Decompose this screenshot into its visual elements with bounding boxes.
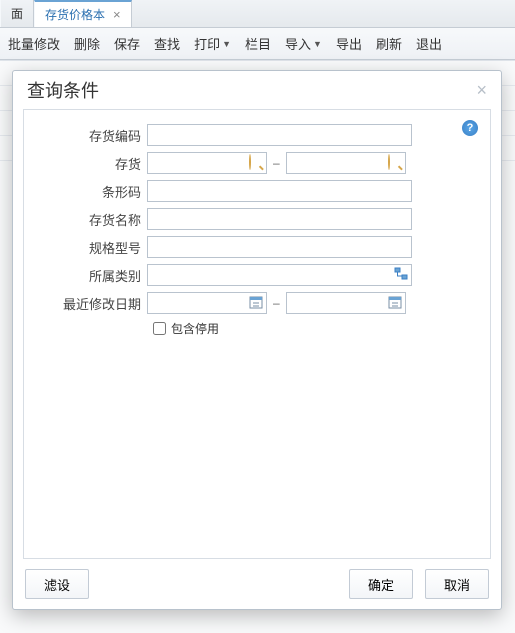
toolbar-columns[interactable]: 栏目 <box>245 34 271 53</box>
help-icon[interactable]: ? <box>462 120 478 136</box>
toolbar-refresh-label: 刷新 <box>376 34 402 53</box>
calendar-icon[interactable] <box>249 295 263 309</box>
dialog-title: 查询条件 <box>27 77 99 103</box>
label-inventory: 存货 <box>42 154 147 173</box>
category-input[interactable] <box>147 264 412 286</box>
toolbar-find[interactable]: 查找 <box>154 34 180 53</box>
search-icon[interactable] <box>249 155 263 169</box>
toolbar-find-label: 查找 <box>154 34 180 53</box>
toolbar: 批量修改 删除 保存 查找 打印▼ 栏目 导入▼ 导出 刷新 退出 <box>0 28 515 60</box>
include-disabled-label: 包含停用 <box>171 320 219 337</box>
label-last-mod: 最近修改日期 <box>42 294 147 313</box>
include-disabled-checkbox[interactable] <box>153 322 166 335</box>
query-dialog: 查询条件 × ? 存货编码 存货 – 条形码 存货名称 <box>12 70 502 610</box>
close-icon[interactable]: × <box>113 8 121 21</box>
toolbar-delete[interactable]: 删除 <box>74 34 100 53</box>
range-dash: – <box>273 156 280 170</box>
label-barcode: 条形码 <box>42 182 147 201</box>
tree-lookup-icon[interactable] <box>394 267 408 281</box>
dialog-header: 查询条件 × <box>13 71 501 109</box>
toolbar-delete-label: 删除 <box>74 34 100 53</box>
toolbar-save-label: 保存 <box>114 34 140 53</box>
ok-button[interactable]: 确定 <box>349 569 413 599</box>
toolbar-export-label: 导出 <box>336 34 362 53</box>
inv-code-input[interactable] <box>147 124 412 146</box>
toolbar-import-label: 导入 <box>285 34 311 53</box>
toolbar-exit-label: 退出 <box>416 34 442 53</box>
search-icon[interactable] <box>388 155 402 169</box>
chevron-down-icon: ▼ <box>222 39 231 49</box>
toolbar-export[interactable]: 导出 <box>336 34 362 53</box>
barcode-input[interactable] <box>147 180 412 202</box>
label-spec: 规格型号 <box>42 238 147 257</box>
range-dash: – <box>273 296 280 310</box>
label-inv-name: 存货名称 <box>42 210 147 229</box>
filter-button[interactable]: 滤设 <box>25 569 89 599</box>
dialog-body: ? 存货编码 存货 – 条形码 存货名称 规格型号 <box>23 109 491 559</box>
toolbar-batch-edit-label: 批量修改 <box>8 34 60 53</box>
toolbar-columns-label: 栏目 <box>245 34 271 53</box>
dialog-close-icon[interactable]: × <box>476 80 487 101</box>
toolbar-print[interactable]: 打印▼ <box>194 34 231 53</box>
toolbar-save[interactable]: 保存 <box>114 34 140 53</box>
tab-active-label: 存货价格本 <box>45 6 105 23</box>
toolbar-print-label: 打印 <box>194 34 220 53</box>
toolbar-refresh[interactable]: 刷新 <box>376 34 402 53</box>
chevron-down-icon: ▼ <box>313 39 322 49</box>
tab-prev-label: 面 <box>11 5 23 22</box>
cancel-button[interactable]: 取消 <box>425 569 489 599</box>
tab-inventory-pricebook[interactable]: 存货价格本 × <box>34 0 132 27</box>
tab-prev[interactable]: 面 <box>0 0 34 27</box>
label-inv-code: 存货编码 <box>42 126 147 145</box>
toolbar-exit[interactable]: 退出 <box>416 34 442 53</box>
label-category: 所属类别 <box>42 266 147 285</box>
toolbar-import[interactable]: 导入▼ <box>285 34 322 53</box>
dialog-footer: 滤设 确定 取消 <box>13 559 501 609</box>
calendar-icon[interactable] <box>388 295 402 309</box>
spec-input[interactable] <box>147 236 412 258</box>
toolbar-batch-edit[interactable]: 批量修改 <box>8 34 60 53</box>
inv-name-input[interactable] <box>147 208 412 230</box>
